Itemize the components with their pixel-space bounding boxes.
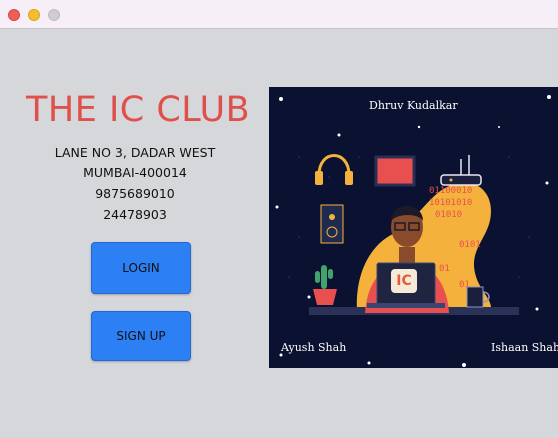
- cactus-icon: [313, 265, 337, 305]
- binary-line-1: 01100010: [429, 186, 472, 196]
- binary-line-4: 0101: [459, 240, 481, 250]
- club-poster-image: 01100010 10101010 01010 0101 01 01 IC Dh…: [269, 87, 558, 368]
- binary-line-2: 10101010: [429, 198, 472, 208]
- laptop-logo: IC: [391, 269, 417, 293]
- close-window-button[interactable]: [8, 9, 20, 21]
- poster-name-top: Dhruv Kudalkar: [369, 99, 458, 112]
- binary-line-3: 01010: [435, 210, 462, 220]
- address-line-2: MUMBAI-400014: [83, 165, 187, 180]
- club-title: THE IC CLUB: [26, 90, 251, 130]
- monitor-icon: [374, 155, 416, 187]
- phone-number-1: 9875689010: [95, 186, 175, 201]
- headphones-icon: [315, 154, 353, 185]
- title-bar: [0, 0, 558, 29]
- router-icon: [440, 155, 482, 186]
- signup-button[interactable]: SIGN UP: [91, 311, 191, 361]
- poster-illustration: 01100010 10101010 01010 0101 01 01: [275, 95, 551, 367]
- poster-name-bottom-right: Ishaan Shah: [491, 341, 558, 354]
- poster-name-bottom-left: Ayush Shah: [281, 341, 347, 354]
- binary-line-5: 01: [439, 264, 450, 274]
- speaker-icon: [320, 204, 344, 244]
- phone-number-2: 24478903: [103, 207, 167, 222]
- minimize-window-button[interactable]: [28, 9, 40, 21]
- login-button[interactable]: LOGIN: [91, 242, 191, 294]
- maximize-window-button[interactable]: [48, 9, 60, 21]
- app-window: THE IC CLUB LANE NO 3, DADAR WEST MUMBAI…: [0, 0, 558, 438]
- address-line-1: LANE NO 3, DADAR WEST: [54, 145, 216, 160]
